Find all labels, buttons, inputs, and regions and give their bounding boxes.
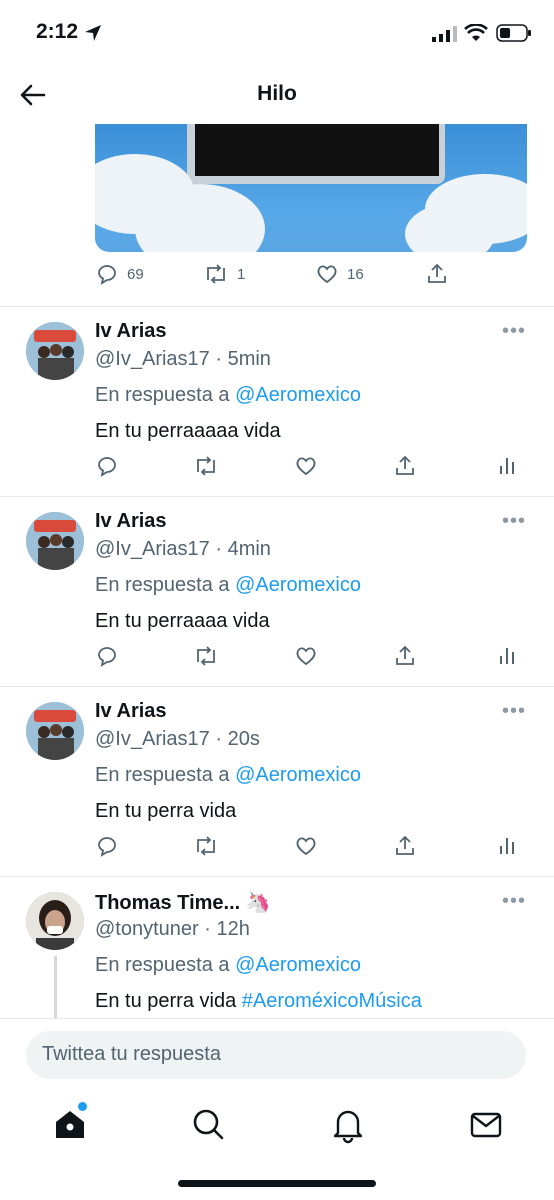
author-name[interactable]: Thomas Time... 🦄 [95, 890, 271, 915]
author-name[interactable]: Iv Arias [95, 700, 167, 723]
signal-icon [432, 26, 457, 42]
retweet-count: 1 [237, 265, 246, 283]
avatar[interactable] [26, 322, 84, 380]
more-options-icon[interactable]: ••• [502, 890, 526, 913]
like-icon[interactable] [294, 454, 318, 478]
retweet-icon [207, 264, 225, 284]
wifi-icon [464, 24, 488, 41]
media-phone-shape [187, 124, 445, 184]
tweet-text: En tu perra vida [95, 800, 237, 822]
retweet-action[interactable]: 1 [203, 262, 245, 286]
reply-icon[interactable] [95, 834, 119, 858]
author-name[interactable]: Iv Arias [95, 510, 167, 533]
reply-mention[interactable]: @Aeromexico [235, 574, 361, 596]
mail-icon [470, 1112, 502, 1138]
retweet-icon[interactable] [193, 454, 219, 478]
reply-mention[interactable]: @Aeromexico [235, 384, 361, 406]
tweet-actions [95, 834, 525, 864]
notification-dot [78, 1102, 87, 1111]
reply-icon [98, 265, 116, 285]
analytics-icon[interactable] [497, 454, 517, 478]
reply-context: En respuesta a @Aeromexico [95, 384, 361, 407]
avatar[interactable] [26, 892, 84, 950]
tweet-text: En tu perraaaaa vida [95, 420, 281, 442]
reply-icon[interactable] [95, 644, 119, 668]
reply-mention[interactable]: @Aeromexico [235, 954, 361, 976]
bell-icon [333, 1110, 363, 1144]
tweet-text: En tu perra vida #AeroméxicoMúsica [95, 990, 422, 1013]
reply-context: En respuesta a @Aeromexico [95, 954, 361, 977]
reply-count: 69 [127, 265, 144, 283]
reply-composer: Twittea tu respuesta [0, 1018, 554, 1099]
thread-header: Hilo [0, 66, 554, 124]
reply-context: En respuesta a @Aeromexico [95, 574, 361, 597]
page-title: Hilo [257, 82, 297, 105]
tweet-media-image[interactable] [95, 124, 527, 252]
share-icon [428, 263, 446, 283]
author-handle: @Iv_Arias17 · 5min [95, 348, 271, 370]
avatar[interactable] [26, 512, 84, 570]
reply-prefix: En respuesta a [95, 574, 230, 596]
share-icon[interactable] [393, 454, 417, 478]
reply-prefix: En respuesta a [95, 384, 230, 406]
retweet-icon[interactable] [193, 834, 219, 858]
reply-prefix: En respuesta a [95, 764, 230, 786]
author-handle: @Iv_Arias17 · 4min [95, 538, 271, 560]
reply-tweet[interactable]: Iv Arias @Iv_Arias17 · 20s ••• En respue… [0, 686, 554, 876]
search-icon [193, 1109, 224, 1140]
share-action[interactable] [425, 262, 449, 286]
tweet-text: En tu perraaaa vida [95, 610, 270, 632]
reply-action[interactable]: 69 [95, 262, 144, 286]
tweet-actions [95, 454, 525, 484]
top-tweet-actions: 69 1 16 [95, 262, 455, 292]
like-icon [317, 265, 337, 284]
like-icon[interactable] [294, 644, 318, 668]
analytics-icon[interactable] [497, 644, 517, 668]
hashtag-link[interactable]: #AeroméxicoMúsica [242, 990, 422, 1012]
reply-tweet[interactable]: Iv Arias @Iv_Arias17 · 4min ••• En respu… [0, 496, 554, 686]
share-icon[interactable] [393, 644, 417, 668]
like-action[interactable]: 16 [315, 262, 364, 286]
tab-messages[interactable] [466, 1104, 506, 1144]
bottom-tab-bar [0, 1098, 554, 1200]
tweet-actions [95, 644, 525, 674]
author-name[interactable]: Iv Arias [95, 320, 167, 343]
reply-input[interactable]: Twittea tu respuesta [26, 1031, 526, 1079]
reply-mention[interactable]: @Aeromexico [235, 764, 361, 786]
location-arrow-icon [85, 25, 101, 41]
status-bar: 2:12 [0, 0, 554, 66]
author-handle: @tonytuner · 12h [95, 918, 250, 940]
reply-context: En respuesta a @Aeromexico [95, 764, 361, 787]
thread-connector [54, 956, 57, 1018]
reply-tweet[interactable]: Iv Arias @Iv_Arias17 · 5min ••• En respu… [0, 306, 554, 496]
more-options-icon[interactable]: ••• [502, 700, 526, 723]
more-options-icon[interactable]: ••• [502, 320, 526, 343]
home-indicator [178, 1180, 376, 1187]
tweet-text-body: En tu perra vida [95, 990, 237, 1012]
tab-notifications[interactable] [328, 1104, 368, 1144]
analytics-icon[interactable] [497, 834, 517, 858]
author-handle: @Iv_Arias17 · 20s [95, 728, 260, 750]
retweet-icon[interactable] [193, 644, 219, 668]
tab-home[interactable] [50, 1102, 90, 1144]
battery-icon [496, 24, 531, 42]
like-count: 16 [347, 265, 364, 283]
reply-icon[interactable] [95, 454, 119, 478]
reply-tweet[interactable]: Thomas Time... 🦄 @tonytuner · 12h ••• En… [0, 876, 554, 1018]
tab-search[interactable] [188, 1104, 228, 1144]
share-icon[interactable] [393, 834, 417, 858]
status-time: 2:12 [36, 20, 79, 43]
like-icon[interactable] [294, 834, 318, 858]
reply-prefix: En respuesta a [95, 954, 230, 976]
more-options-icon[interactable]: ••• [502, 510, 526, 533]
avatar[interactable] [26, 702, 84, 760]
